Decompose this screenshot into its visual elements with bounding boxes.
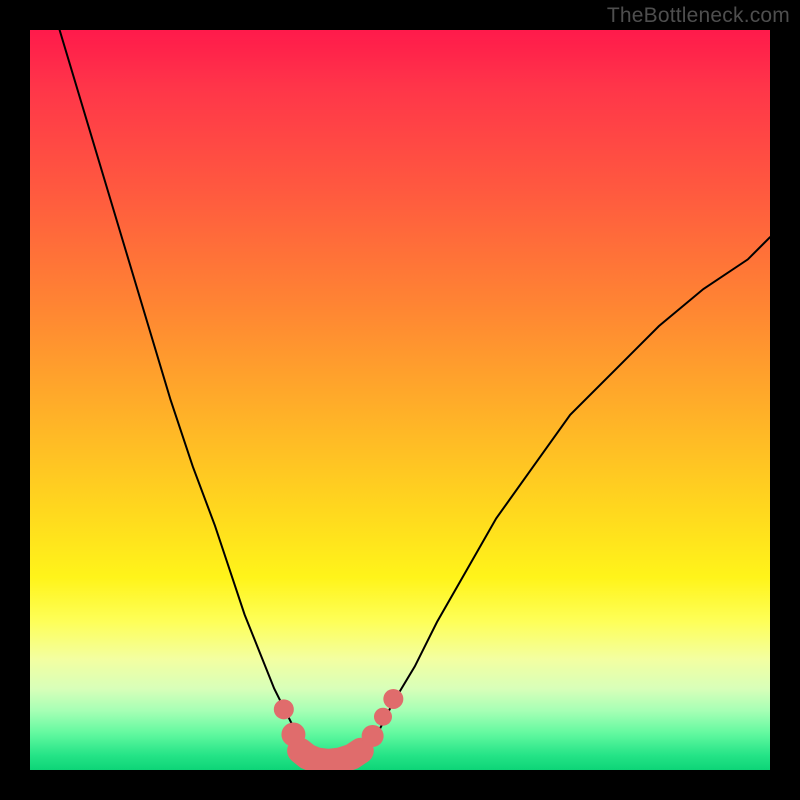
- watermark-text: TheBottleneck.com: [607, 4, 790, 28]
- data-dots: [274, 689, 404, 747]
- left-curve-path: [60, 30, 308, 755]
- plot-area: [30, 30, 770, 770]
- right-dot-3: [383, 689, 403, 709]
- right-dot-1: [362, 725, 384, 747]
- curves-svg: [30, 30, 770, 770]
- minimum-worm: [300, 751, 361, 762]
- right-curve-path: [363, 237, 770, 755]
- right-dot-2: [374, 708, 392, 726]
- left-dot-lower: [281, 722, 305, 746]
- left-dot-upper: [274, 699, 294, 719]
- chart-stage: TheBottleneck.com: [0, 0, 800, 800]
